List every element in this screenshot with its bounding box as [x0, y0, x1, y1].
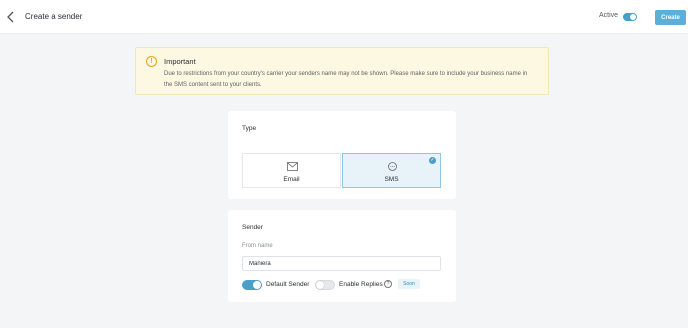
- from-name-input[interactable]: [242, 256, 441, 271]
- type-option-email[interactable]: Email: [242, 153, 341, 188]
- alert-message: Due to restrictions from your country's …: [164, 71, 528, 88]
- type-card: Type Email SMS ✓: [228, 111, 456, 199]
- alert-title: Important: [164, 57, 196, 66]
- help-icon[interactable]: ?: [384, 280, 392, 288]
- soon-badge: Soon: [398, 279, 420, 289]
- toggle-knob: [316, 281, 324, 289]
- toggle-knob: [253, 281, 261, 289]
- create-button[interactable]: Create: [655, 10, 686, 25]
- selected-check-icon: ✓: [429, 157, 436, 164]
- page-title: Create a sender: [25, 12, 83, 21]
- enable-replies-toggle[interactable]: [315, 280, 335, 290]
- envelope-icon: [287, 162, 298, 171]
- type-option-label: SMS: [384, 176, 399, 183]
- type-option-label: Email: [283, 176, 300, 183]
- top-bar: Create a sender Active Create: [0, 0, 688, 34]
- from-name-label: From name: [242, 243, 273, 249]
- enable-replies-label: Enable Replies: [339, 281, 383, 288]
- chat-bubble-icon: [387, 162, 398, 171]
- back-arrow-icon[interactable]: [4, 9, 18, 25]
- type-card-title: Type: [242, 125, 257, 132]
- type-option-sms[interactable]: SMS ✓: [342, 153, 441, 188]
- sender-card-title: Sender: [242, 224, 263, 231]
- active-label: Active: [599, 12, 619, 19]
- important-alert: ! Important Due to restrictions from you…: [135, 47, 549, 95]
- warning-icon: !: [146, 56, 157, 67]
- default-sender-label: Default Sender: [266, 281, 310, 288]
- sender-card: Sender From name Default Sender Enable R…: [228, 210, 456, 302]
- toggle-knob: [630, 14, 636, 20]
- active-toggle[interactable]: [623, 13, 637, 21]
- default-sender-toggle[interactable]: [242, 280, 262, 290]
